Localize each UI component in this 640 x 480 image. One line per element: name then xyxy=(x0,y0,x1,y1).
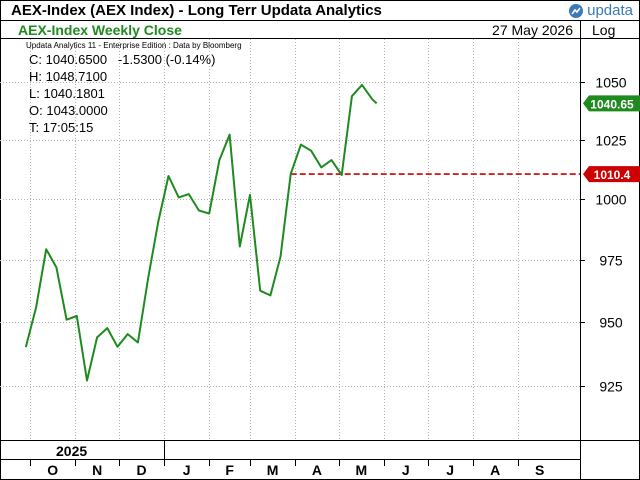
month-label-2: D xyxy=(136,462,146,478)
month-label-4: F xyxy=(225,462,234,478)
open-readout: O: 1043.0000 xyxy=(29,103,108,118)
low-readout: L: 1040.1801 xyxy=(29,86,105,101)
close-readout: C: 1040.6500 -1.5300 (-0.14%) xyxy=(29,52,215,67)
y-tick-label-1050: 1050 xyxy=(595,75,626,91)
month-label-1: N xyxy=(92,462,102,478)
last-price-tag-label: 1040.65 xyxy=(590,97,634,111)
scale-label: Log xyxy=(592,22,615,38)
high-readout: H: 1048.7100 xyxy=(29,69,107,84)
source-line: Updata Analytics 11 - Enterprise Edition… xyxy=(26,41,242,50)
level-price-tag-label: 1010.4 xyxy=(594,168,631,182)
year-label: 2025 xyxy=(56,443,87,459)
y-tick-label-975: 975 xyxy=(599,253,623,269)
month-label-9: J xyxy=(446,462,454,478)
month-label-6: A xyxy=(312,462,322,478)
y-tick-label-925: 925 xyxy=(599,379,623,395)
month-label-7: M xyxy=(355,462,367,478)
chart-date: 27 May 2026 xyxy=(492,22,573,38)
month-label-8: J xyxy=(402,462,410,478)
month-label-10: A xyxy=(490,462,500,478)
month-label-11: S xyxy=(535,462,544,478)
time-readout: T: 17:05:15 xyxy=(29,120,93,135)
y-tick-label-950: 950 xyxy=(599,315,623,331)
month-label-5: M xyxy=(267,462,279,478)
month-label-3: J xyxy=(183,462,191,478)
series-title: AEX-Index Weekly Close xyxy=(18,22,182,38)
y-tick-label-1000: 1000 xyxy=(595,192,626,208)
y-axis-ticks: 925 950 975 1000 1025 1050 xyxy=(580,75,627,395)
y-tick-label-1025: 1025 xyxy=(595,133,626,149)
month-label-0: O xyxy=(47,462,58,478)
price-chart[interactable]: 925 950 975 1000 1025 1050 O N D J F M A M J J A S 2025 1… xyxy=(0,0,640,480)
